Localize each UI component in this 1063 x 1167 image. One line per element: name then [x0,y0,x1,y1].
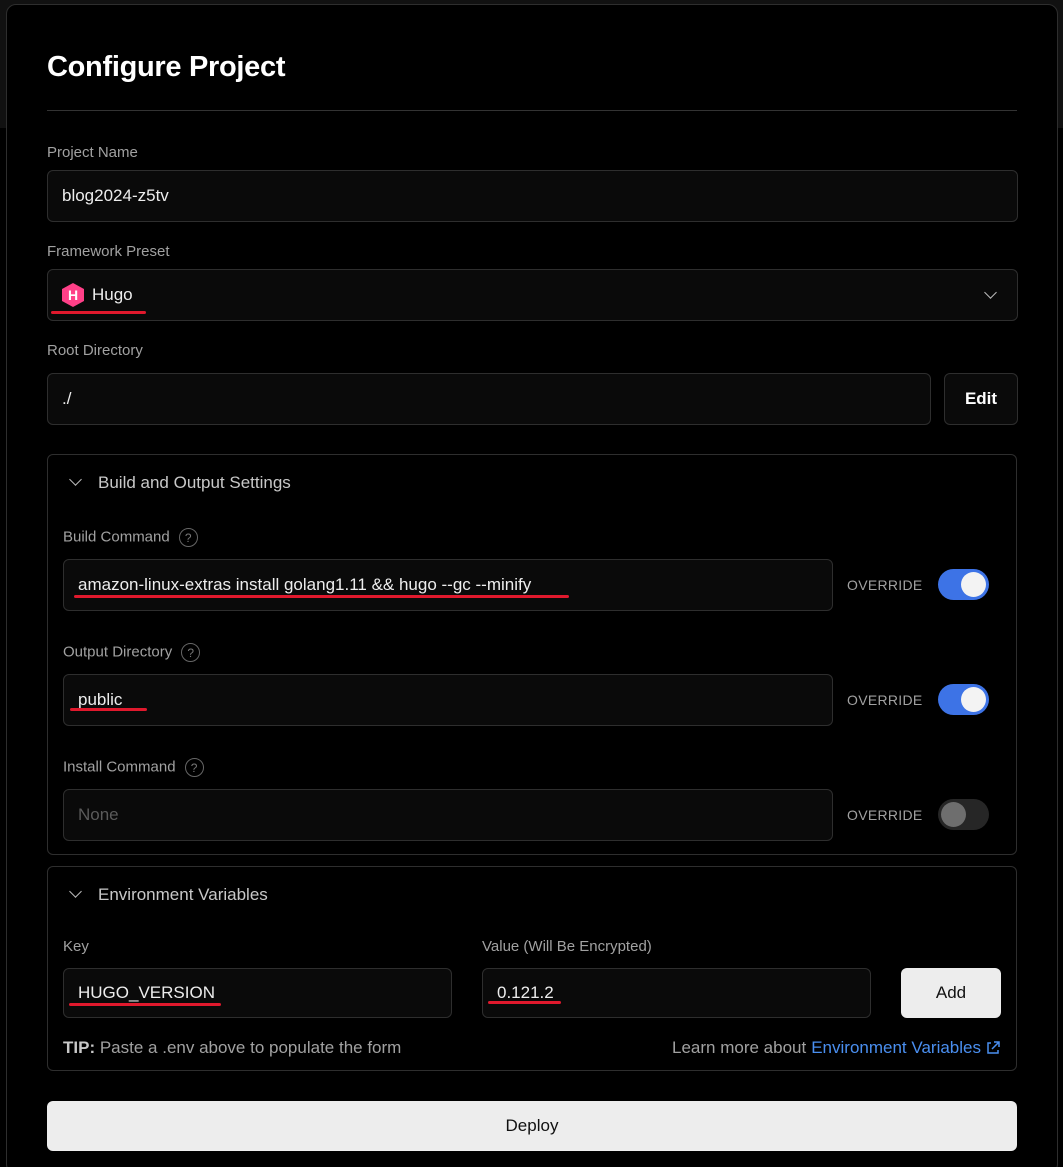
install-command-label: Install Command? [63,758,204,777]
env-tip: TIP: Paste a .env above to populate the … [63,1038,401,1058]
build-command-override-label: OVERRIDE [847,577,923,593]
output-directory-label: Output Directory? [63,643,201,662]
env-value-value: 0.121.2 [497,983,554,1002]
annotation-underline-env-key [69,1003,221,1006]
configure-project-modal: Configure Project Project Name blog2024-… [6,4,1058,1167]
add-env-var-button[interactable]: Add [901,968,1001,1018]
build-command-input[interactable]: amazon-linux-extras install golang1.11 &… [63,559,833,611]
environment-variables-panel: Environment Variables Key Value (Will Be… [47,866,1017,1071]
build-command-label-text: Build Command [63,528,170,546]
install-command-placeholder: None [78,805,119,824]
learn-more-prefix: Learn more about [672,1038,807,1057]
annotation-underline-env-value [488,1001,561,1004]
page-title: Configure Project [47,51,286,83]
install-command-override-label: OVERRIDE [847,807,923,823]
framework-preset-label: Framework Preset [47,243,170,260]
build-command-value: amazon-linux-extras install golang1.11 &… [78,575,532,594]
build-command-override-toggle[interactable] [938,569,989,600]
annotation-underline-build-command [74,595,569,598]
framework-preset-value: Hugo [92,285,133,304]
env-key-label: Key [63,938,89,955]
annotation-underline-framework [51,311,146,314]
env-key-input[interactable]: HUGO_VERSION [63,968,452,1018]
chevron-down-icon[interactable] [69,473,82,486]
env-value-input[interactable]: 0.121.2 [482,968,871,1018]
env-value-label: Value (Will Be Encrypted) [482,938,652,955]
environment-variables-title[interactable]: Environment Variables [98,885,268,905]
tip-text: Paste a .env above to populate the form [99,1038,402,1057]
tip-label: TIP: [63,1038,96,1057]
help-icon[interactable]: ? [184,758,204,777]
output-directory-override-label: OVERRIDE [847,692,923,708]
help-icon[interactable]: ? [181,643,201,662]
install-command-label-text: Install Command [63,758,176,776]
annotation-underline-output-directory [70,708,147,711]
chevron-down-icon [984,286,997,299]
project-name-input[interactable]: blog2024-z5tv [47,170,1018,222]
chevron-down-icon[interactable] [69,885,82,898]
output-directory-input[interactable]: public [63,674,833,726]
output-directory-value: public [78,690,123,709]
toggle-knob [961,687,986,712]
hugo-logo-icon: H [62,283,84,307]
project-name-value: blog2024-z5tv [62,186,169,205]
build-output-settings-panel: Build and Output Settings Build Command?… [47,454,1017,855]
install-command-input[interactable]: None [63,789,833,841]
output-directory-override-toggle[interactable] [938,684,989,715]
output-directory-label-text: Output Directory [63,643,173,661]
env-key-value: HUGO_VERSION [78,983,215,1002]
build-output-settings-title[interactable]: Build and Output Settings [98,473,291,493]
external-link-icon[interactable] [985,1040,1001,1056]
toggle-knob [961,572,986,597]
learn-more: Learn more about Environment Variables [672,1038,1001,1058]
deploy-button[interactable]: Deploy [47,1101,1017,1151]
environment-variables-link[interactable]: Environment Variables [811,1038,981,1058]
install-command-override-toggle[interactable] [938,799,989,830]
framework-preset-select[interactable]: H Hugo [47,269,1018,321]
root-directory-input[interactable]: ./ [47,373,931,425]
root-directory-value: ./ [62,389,72,408]
project-name-label: Project Name [47,144,138,161]
root-directory-label: Root Directory [47,342,143,359]
help-icon[interactable]: ? [178,528,198,547]
title-divider [47,110,1017,111]
build-command-label: Build Command? [63,528,198,547]
toggle-knob [941,802,966,827]
edit-root-directory-button[interactable]: Edit [944,373,1018,425]
